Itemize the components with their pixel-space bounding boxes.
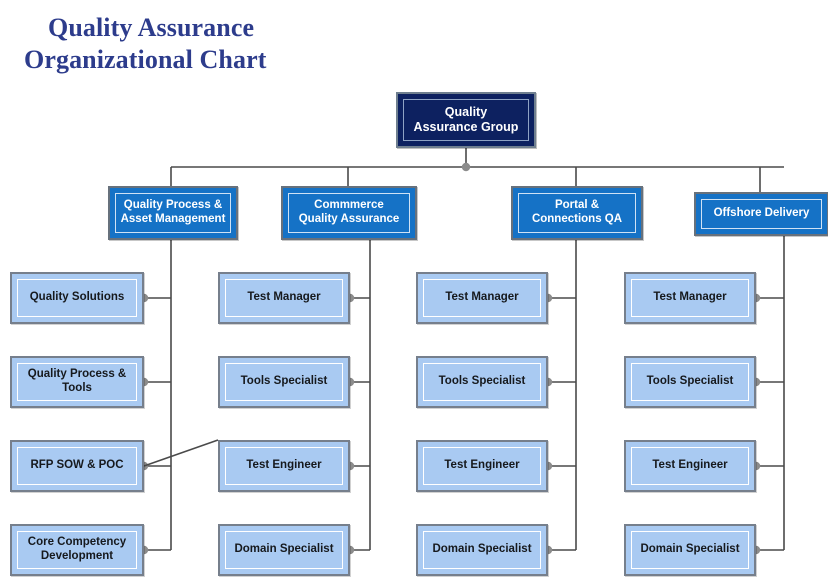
node-leaf-c1-rfp-sow-poc-label: RFP SOW & POC: [17, 447, 137, 485]
org-chart-canvas: Quality Assurance Organizational Chart Qu…: [0, 0, 828, 580]
node-leaf-c2-tools-specialist-label: Tools Specialist: [225, 363, 343, 401]
node-leaf-c3-test-engineer-label: Test Engineer: [423, 447, 541, 485]
node-division-commmerce-quality-assurance[interactable]: Commmerce Quality Assurance: [281, 186, 417, 240]
node-leaf-c1-quality-solutions[interactable]: Quality Solutions: [10, 272, 144, 324]
node-leaf-c2-tools-specialist[interactable]: Tools Specialist: [218, 356, 350, 408]
node-leaf-c3-test-engineer[interactable]: Test Engineer: [416, 440, 548, 492]
node-leaf-c4-domain-specialist[interactable]: Domain Specialist: [624, 524, 756, 576]
node-leaf-c1-quality-solutions-label: Quality Solutions: [17, 279, 137, 317]
node-division-quality-process-asset-management-label: Quality Process & Asset Management: [115, 193, 231, 233]
node-division-quality-process-asset-management[interactable]: Quality Process & Asset Management: [108, 186, 238, 240]
node-leaf-c1-rfp-sow-poc[interactable]: RFP SOW & POC: [10, 440, 144, 492]
node-leaf-c3-domain-specialist-label: Domain Specialist: [423, 531, 541, 569]
node-division-portal-connections-qa-label: Portal & Connections QA: [518, 193, 636, 233]
node-leaf-c3-tools-specialist[interactable]: Tools Specialist: [416, 356, 548, 408]
node-leaf-c4-test-manager-label: Test Manager: [631, 279, 749, 317]
node-leaf-c4-tools-specialist-label: Tools Specialist: [631, 363, 749, 401]
node-leaf-c4-test-engineer-label: Test Engineer: [631, 447, 749, 485]
node-leaf-c2-test-manager[interactable]: Test Manager: [218, 272, 350, 324]
node-leaf-c1-quality-process-tools[interactable]: Quality Process & Tools: [10, 356, 144, 408]
node-leaf-c2-test-manager-label: Test Manager: [225, 279, 343, 317]
node-leaf-c3-test-manager[interactable]: Test Manager: [416, 272, 548, 324]
title-line-1: Quality Assurance: [48, 13, 255, 42]
node-leaf-c4-test-engineer[interactable]: Test Engineer: [624, 440, 756, 492]
node-leaf-c1-core-competency-development-label: Core Competency Development: [17, 531, 137, 569]
node-leaf-c2-domain-specialist[interactable]: Domain Specialist: [218, 524, 350, 576]
node-division-offshore-delivery[interactable]: Offshore Delivery: [694, 192, 828, 236]
page-title: Quality Assurance Organizational Chart: [24, 12, 544, 75]
node-leaf-c3-test-manager-label: Test Manager: [423, 279, 541, 317]
node-leaf-c4-test-manager[interactable]: Test Manager: [624, 272, 756, 324]
node-leaf-c2-test-engineer-label: Test Engineer: [225, 447, 343, 485]
stray-diagonal-connector-line: [143, 439, 219, 467]
node-leaf-c1-core-competency-development[interactable]: Core Competency Development: [10, 524, 144, 576]
node-leaf-c3-tools-specialist-label: Tools Specialist: [423, 363, 541, 401]
node-division-offshore-delivery-label: Offshore Delivery: [701, 199, 822, 229]
title-line-2: Organizational Chart: [24, 44, 267, 74]
node-root-quality-assurance-group-label: Quality Assurance Group: [403, 99, 529, 141]
node-division-commmerce-quality-assurance-label: Commmerce Quality Assurance: [288, 193, 410, 233]
node-leaf-c2-test-engineer[interactable]: Test Engineer: [218, 440, 350, 492]
node-leaf-c3-domain-specialist[interactable]: Domain Specialist: [416, 524, 548, 576]
node-leaf-c4-tools-specialist[interactable]: Tools Specialist: [624, 356, 756, 408]
node-leaf-c1-quality-process-tools-label: Quality Process & Tools: [17, 363, 137, 401]
node-leaf-c2-domain-specialist-label: Domain Specialist: [225, 531, 343, 569]
node-division-portal-connections-qa[interactable]: Portal & Connections QA: [511, 186, 643, 240]
node-leaf-c4-domain-specialist-label: Domain Specialist: [631, 531, 749, 569]
root-junction-dot: [461, 162, 471, 172]
node-root-quality-assurance-group[interactable]: Quality Assurance Group: [396, 92, 536, 148]
